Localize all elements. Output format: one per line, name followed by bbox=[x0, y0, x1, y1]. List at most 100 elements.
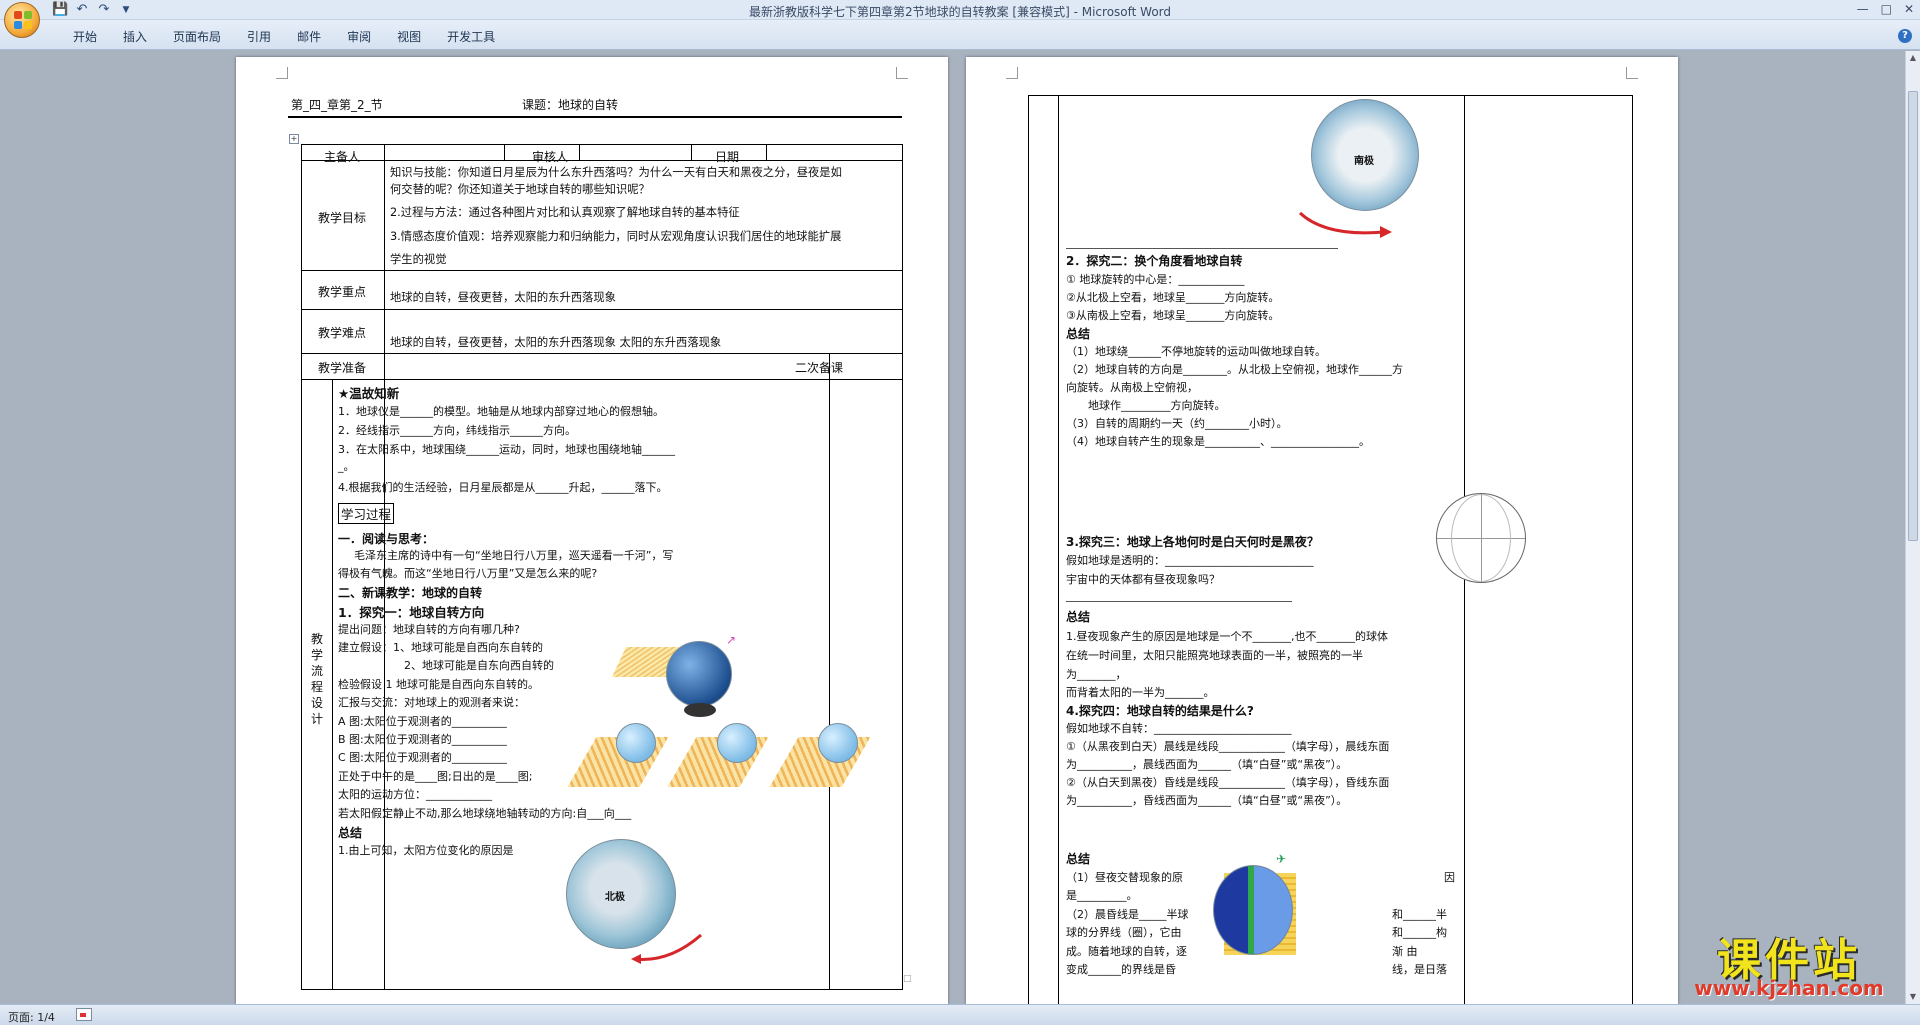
explore-4-line: 假如地球不自转：_________________________ bbox=[1066, 722, 1292, 735]
goal-line: 何交替的呢？你还知道关于地球自转的哪些知识呢？ bbox=[390, 183, 650, 196]
summary-line-right: 和______构 bbox=[1392, 926, 1447, 939]
summary-line: 为_______， bbox=[1066, 668, 1127, 681]
explore-line: 建立假设：1、地球可能是自西向东自转的 bbox=[338, 641, 543, 654]
row-line bbox=[301, 160, 903, 161]
south-pole-map: 南极 bbox=[1311, 99, 1419, 211]
summary-line: （1）昼夜交替现象的原 bbox=[1066, 871, 1183, 884]
south-pole-label: 南极 bbox=[1354, 156, 1374, 167]
explore-2-title: 2．探究二：换个角度看地球自转 bbox=[1066, 254, 1243, 268]
blank-line bbox=[1066, 248, 1338, 249]
summary-line-right: 渐 由 bbox=[1392, 945, 1418, 958]
chapter-heading: 第_四_章第_2_节 bbox=[291, 98, 383, 112]
page-count[interactable]: 页面: 1/4 bbox=[8, 1009, 55, 1025]
goals-label: 教学目标 bbox=[318, 211, 367, 225]
explore-line: 汇报与交流：对地球上的观测者来说： bbox=[338, 696, 525, 709]
second-prep-label: 二次备课 bbox=[795, 361, 844, 375]
tab-review[interactable]: 审阅 bbox=[334, 28, 384, 46]
goal-line: 学生的视觉 bbox=[390, 253, 447, 266]
help-icon[interactable]: ? bbox=[1898, 29, 1912, 43]
scroll-up-icon[interactable]: ▲ bbox=[1908, 53, 1918, 63]
table-move-handle-icon[interactable]: + bbox=[289, 134, 299, 144]
summary-line: （4）地球自转产生的现象是__________、________________… bbox=[1066, 435, 1370, 448]
col-line bbox=[504, 144, 505, 160]
summary-title: 总结 bbox=[1066, 327, 1091, 341]
header-rule bbox=[288, 116, 902, 118]
preparation-label: 教学准备 bbox=[318, 361, 367, 375]
explore-3-line: 假如地球是透明的：___________________________ bbox=[1066, 554, 1314, 567]
watermark-url: www.kjzhan.com bbox=[1694, 976, 1884, 1000]
explore-4-line: ①（从黑夜到白天）晨线是线段____________（填字母），晨线东面 bbox=[1066, 740, 1390, 753]
summary-line-right: 线，是日落 bbox=[1392, 963, 1447, 976]
latitude-globe-icon bbox=[1436, 493, 1526, 583]
summary-line: 球的分界线（圈），它由 bbox=[1066, 926, 1182, 939]
preparer-label: 主备人 bbox=[324, 150, 361, 164]
review-line: 4.根据我们的生活经验，日月星辰都是从______升起，______落下。 bbox=[338, 481, 668, 494]
summary-line-right: 因 bbox=[1444, 871, 1455, 884]
explore-2-line: ③从南极上空看，地球呈_______方向旋转。 bbox=[1066, 309, 1280, 322]
tab-home[interactable]: 开始 bbox=[60, 28, 110, 46]
globe-c-icon bbox=[818, 723, 858, 763]
explore-line: 若太阳假定静止不动,那么地球绕地轴转动的方向:自___向___ bbox=[338, 807, 632, 820]
explore-line: 太阳的运动方位：____________ bbox=[338, 788, 492, 801]
maximize-icon[interactable]: □ bbox=[1881, 2, 1892, 16]
row-line bbox=[301, 309, 903, 310]
document-page-2: 南极 2．探究二：换个角度看地球自转 ① 地球旋转的中心是：__________… bbox=[966, 57, 1678, 1005]
review-line: _。 bbox=[338, 460, 355, 473]
tab-view[interactable]: 视图 bbox=[384, 28, 434, 46]
col-line bbox=[766, 144, 767, 160]
tab-developer[interactable]: 开发工具 bbox=[434, 28, 508, 46]
section-new-lesson-title: 二、新课教学：地球的自转 bbox=[338, 586, 483, 600]
explore-line: 2、地球可能是自东向西自转的 bbox=[404, 659, 554, 672]
tab-page-layout[interactable]: 页面布局 bbox=[160, 28, 234, 46]
window-controls: — □ ✕ bbox=[1857, 2, 1914, 16]
explore-line: 检验假设 1 地球可能是自西向东自转的。 bbox=[338, 678, 539, 691]
globe-stand bbox=[684, 703, 716, 717]
summary-line: 变成______的界线是昏 bbox=[1066, 963, 1176, 976]
summary-line: （2）地球自转的方向是________。从北极上空俯视，地球作______方 bbox=[1066, 363, 1403, 376]
review-line: 1．地球仪是______的模型。地轴是从地球内部穿过地心的假想轴。 bbox=[338, 405, 664, 418]
row-line bbox=[301, 270, 903, 271]
goal-line: 2.过程与方法：通过各种图片对比和认真观察了解地球自转的基本特征 bbox=[390, 206, 740, 219]
summary-line: 向旋转。从南极上空俯视， bbox=[1066, 381, 1198, 394]
summary-line: （3）自转的周期约一天（约________小时）。 bbox=[1066, 417, 1288, 430]
tab-insert[interactable]: 插入 bbox=[110, 28, 160, 46]
summary-title: 总结 bbox=[1066, 610, 1091, 624]
summary-line: 1.昼夜现象产生的原因是地球是一个不_______,也不_______的球体 bbox=[1066, 630, 1388, 643]
office-button[interactable] bbox=[4, 2, 40, 38]
tab-mailings[interactable]: 邮件 bbox=[284, 28, 334, 46]
date-label: 日期 bbox=[715, 150, 740, 164]
title-bar: 💾 ↶ ↷ ▼ 最新浙教版科学七下第四章第2节地球的自转教案 [兼容模式] - … bbox=[0, 0, 1920, 20]
explore-line: 提出问题：地球自转的方向有哪几种? bbox=[338, 623, 520, 636]
reading-line: 得极有气魄。而这“坐地日行八万里”又是怎么来的呢? bbox=[338, 567, 598, 580]
row-line bbox=[301, 353, 903, 354]
vertical-scrollbar[interactable]: ▲ ▼ bbox=[1905, 51, 1920, 1004]
summary-line: 成。随着地球的自转，逐 bbox=[1066, 945, 1187, 958]
globe-b-icon bbox=[717, 723, 757, 763]
key-points-label: 教学重点 bbox=[318, 285, 367, 299]
difficulty-text: 地球的自转，昼夜更替，太阳的东升西落现象 太阳的东升西落现象 bbox=[390, 336, 722, 349]
north-pole-label: 北极 bbox=[605, 892, 625, 903]
bird-icon: ✈ bbox=[1276, 852, 1287, 866]
end-mark: □ bbox=[903, 974, 912, 984]
window-title: 最新浙教版科学七下第四章第2节地球的自转教案 [兼容模式] - Microsof… bbox=[748, 5, 1172, 19]
explore-3-title: 3.探究三：地球上各地何时是白天何时是黑夜？ bbox=[1066, 535, 1319, 549]
close-icon[interactable]: ✕ bbox=[1904, 2, 1914, 16]
scroll-thumb[interactable] bbox=[1908, 91, 1918, 541]
row-line bbox=[301, 379, 903, 380]
minimize-icon[interactable]: — bbox=[1857, 2, 1869, 16]
proofing-status-icon[interactable] bbox=[76, 1008, 92, 1021]
reviewer-label: 审核人 bbox=[532, 150, 569, 164]
blank-line bbox=[1066, 601, 1292, 602]
arrow-icon: ↗ bbox=[726, 633, 737, 647]
goal-line: 知识与技能：你知道日月星辰为什么东升西落吗？为什么一天有白天和黑夜之分，昼夜是如 bbox=[390, 166, 842, 179]
tab-references[interactable]: 引用 bbox=[234, 28, 284, 46]
reading-line: 毛泽东主席的诗中有一句“坐地日行八万里，巡天遥看一千河”，写 bbox=[354, 549, 674, 562]
summary-line: 在统一时间里，太阳只能照亮地球表面的一半，被照亮的一半 bbox=[1066, 649, 1363, 662]
explore-4-line: 为__________，昏线西面为______（填“白昼”或“黑夜”）。 bbox=[1066, 794, 1348, 807]
ribbon-tabs: 开始 插入 页面布局 引用 邮件 审阅 视图 开发工具 bbox=[60, 28, 508, 46]
explore-line: C 图:太阳位于观测者的__________ bbox=[338, 751, 507, 764]
summary-line: 是_________。 bbox=[1066, 889, 1138, 902]
explore-line: B 图:太阳位于观测者的__________ bbox=[338, 733, 507, 746]
col-line bbox=[829, 353, 830, 990]
globe-on-stand-icon bbox=[666, 641, 732, 707]
